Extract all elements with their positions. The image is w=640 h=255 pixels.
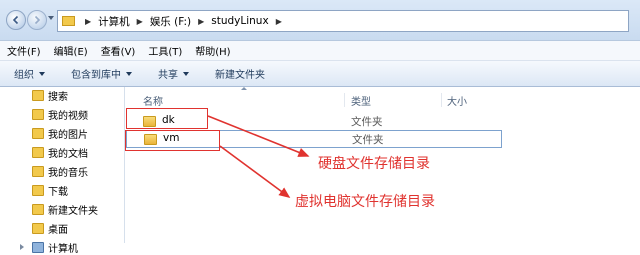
computer-icon — [32, 241, 44, 253]
expand-arrow-icon[interactable] — [20, 244, 24, 250]
annotation-arrow-2 — [219, 145, 291, 198]
annotation-arrow-1 — [207, 115, 310, 157]
annotation-label-vm: 虚拟电脑文件存储目录 — [295, 194, 435, 210]
annotation-label-disk: 硬盘文件存储目录 — [318, 156, 430, 172]
